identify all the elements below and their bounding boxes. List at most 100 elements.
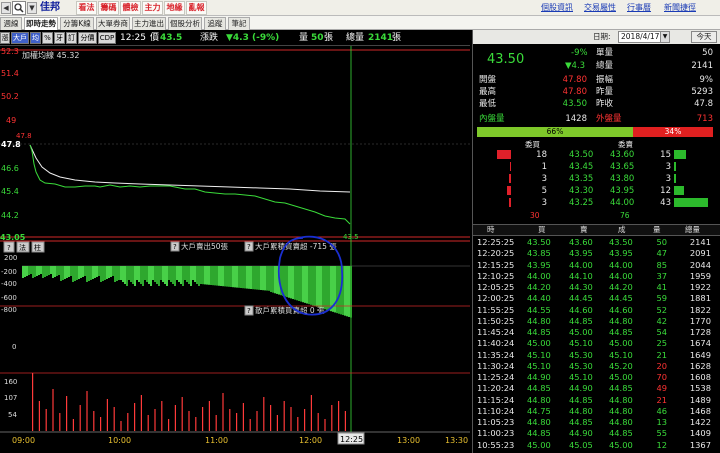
- tick-total: 1468: [689, 405, 711, 416]
- tick-ask: 44.85: [569, 394, 593, 405]
- tab-analysis[interactable]: 個股分析: [168, 17, 202, 30]
- tab-notes[interactable]: 筆記: [228, 17, 250, 30]
- tick-bid: 44.40: [527, 293, 551, 304]
- flow-bar: [50, 266, 52, 274]
- tick-row[interactable]: 11:20:24 44.85 44.90 44.85 49 1538: [473, 383, 720, 394]
- flow-bar: [344, 266, 346, 316]
- flow-bar: [258, 266, 260, 290]
- tick-row[interactable]: 11:25:24 44.90 45.10 45.00 70 1608: [473, 372, 720, 383]
- link-news[interactable]: 新聞捷徑: [664, 2, 696, 14]
- flow-bar: [52, 266, 54, 278]
- flow-bar: [228, 266, 230, 287]
- tick-row[interactable]: 12:00:25 44.40 44.45 44.45 59 1881: [473, 293, 720, 304]
- tick-total: 1728: [689, 327, 711, 337]
- tick-ask: 44.90: [569, 428, 593, 439]
- tick-ask: 44.30: [569, 282, 593, 292]
- tab-tracking[interactable]: 追蹤: [204, 17, 226, 30]
- tick-total: 1409: [689, 428, 711, 439]
- tick-row[interactable]: 11:50:25 44.80 44.85 44.80 42 1770: [473, 316, 720, 327]
- tick-row[interactable]: 11:05:23 44.80 44.85 44.80 13 1422: [473, 417, 720, 428]
- volume-bar: [86, 391, 88, 431]
- flow-bar: [252, 266, 254, 290]
- tab-realtime[interactable]: 即時走勢: [24, 17, 58, 31]
- big-sell-help-label: ?: [173, 243, 177, 251]
- menu-view-button[interactable]: 看法: [76, 1, 97, 15]
- flow-bar: [122, 266, 124, 282]
- tick-time: 11:45:24: [477, 327, 515, 337]
- toolbar-cdp-button[interactable]: CDP: [98, 32, 116, 44]
- volume-bar: [45, 409, 47, 431]
- volume-bar: [134, 403, 136, 431]
- toolbar-avg-button[interactable]: 均: [30, 32, 41, 44]
- tick-row[interactable]: 12:05:25 44.20 44.30 44.20 41 1922: [473, 282, 720, 293]
- today-button[interactable]: 今天: [691, 31, 717, 43]
- tab-big-broker[interactable]: 大單券商: [96, 17, 130, 30]
- volume-bar: [283, 401, 285, 431]
- volume-bar: [154, 409, 156, 431]
- back-arrow-icon[interactable]: ◀: [1, 2, 11, 14]
- tick-row[interactable]: 11:35:24 45.10 45.30 45.10 21 1649: [473, 350, 720, 361]
- flow-bar: [246, 266, 248, 289]
- flow-bar: [348, 266, 350, 317]
- flow-bar: [238, 266, 240, 288]
- toolbar-big-button[interactable]: 大戶: [11, 32, 29, 44]
- toolbar-rise-button[interactable]: 漲: [0, 32, 10, 44]
- change-value: ▼4.3: [565, 61, 586, 71]
- tick-row[interactable]: 11:15:24 44.80 44.85 44.80 21 1489: [473, 395, 720, 406]
- tick-row[interactable]: 11:55:25 44.55 44.60 44.60 52 1822: [473, 305, 720, 316]
- menu-region-button[interactable]: 地緣: [164, 1, 185, 15]
- link-trade-attr[interactable]: 交易屬性: [584, 2, 616, 14]
- dropdown-arrow-icon[interactable]: ▼: [27, 2, 37, 14]
- tick-row[interactable]: 11:45:24 44.85 45.00 44.85 54 1728: [473, 327, 720, 338]
- volume-bar: [66, 396, 68, 431]
- toolbar-ya-button[interactable]: 牙: [54, 32, 65, 44]
- stock-search-button[interactable]: [12, 1, 26, 15]
- toolbar-order-button[interactable]: 訂: [66, 32, 77, 44]
- tick-bid: 44.55: [527, 304, 551, 315]
- tab-kline[interactable]: 分籌K線: [60, 17, 94, 30]
- link-calendar[interactable]: 行事曆: [627, 2, 651, 14]
- flow-bar: [216, 266, 218, 286]
- menu-main-force-button[interactable]: 主力: [142, 1, 163, 15]
- stat-value: 5293: [691, 87, 713, 97]
- flow-bar: [62, 266, 64, 280]
- flow-bar: [260, 266, 262, 290]
- date-dropdown-icon[interactable]: ▼: [660, 32, 669, 42]
- tick-ask: 45.10: [569, 372, 593, 382]
- flow-bar: [174, 266, 176, 286]
- date-picker[interactable]: 2018/4/17 ▼: [618, 31, 670, 43]
- toolbar-price-dist-button[interactable]: 分價: [78, 32, 97, 44]
- tick-volume: 55: [656, 428, 667, 439]
- link-stock-info[interactable]: 個股資訊: [541, 2, 573, 14]
- flow-bar: [102, 266, 104, 281]
- tick-price: 45.20: [609, 360, 633, 371]
- tick-volume: 46: [656, 405, 667, 416]
- tick-price: 44.80: [609, 315, 633, 326]
- stat-value: 47.80: [562, 87, 587, 97]
- menu-checkup-button[interactable]: 體檢: [120, 1, 141, 15]
- flow-bar: [92, 266, 94, 279]
- flow-bar: [302, 266, 304, 303]
- menu-report-button[interactable]: 亂報: [186, 1, 207, 15]
- flow-bar: [42, 266, 44, 278]
- price-tick: 49: [6, 116, 16, 125]
- tick-row[interactable]: 12:15:25 43.95 44.00 44.00 85 2044: [473, 260, 720, 271]
- flow-bar: [166, 266, 168, 286]
- tick-row[interactable]: 11:40:24 45.00 45.10 45.00 25 1674: [473, 338, 720, 349]
- flow-tick: -400: [1, 280, 17, 288]
- tick-row[interactable]: 11:00:23 44.85 44.90 44.85 55 1409: [473, 428, 720, 439]
- tick-row[interactable]: 12:10:25 44.00 44.10 44.00 37 1959: [473, 271, 720, 282]
- big-sell-label: 大戶賣出50張: [181, 241, 229, 251]
- tick-row[interactable]: 12:20:25 43.85 43.95 43.95 47 2091: [473, 248, 720, 259]
- intraday-chart-area[interactable]: 52.3 51.4 50.2 49 47.8 46.6 45.4 44.2 43…: [0, 46, 470, 453]
- tab-main-force[interactable]: 主力進出: [132, 17, 166, 30]
- tab-weekly[interactable]: 週線圖: [0, 17, 22, 39]
- toolbar-percent-button[interactable]: %: [42, 32, 53, 44]
- tick-row[interactable]: 11:30:24 45.10 45.30 45.20 20 1628: [473, 361, 720, 372]
- tick-row[interactable]: 11:10:24 44.75 44.80 44.80 46 1468: [473, 406, 720, 417]
- tick-row[interactable]: 10:55:23 45.00 45.05 45.00 12 1367: [473, 440, 720, 451]
- volume-bar: [297, 417, 299, 431]
- tick-row[interactable]: 12:25:25 43.50 43.60 43.50 50 2141: [473, 237, 720, 248]
- flow-bar: [188, 266, 190, 284]
- menu-chips-button[interactable]: 籌碼: [98, 1, 119, 15]
